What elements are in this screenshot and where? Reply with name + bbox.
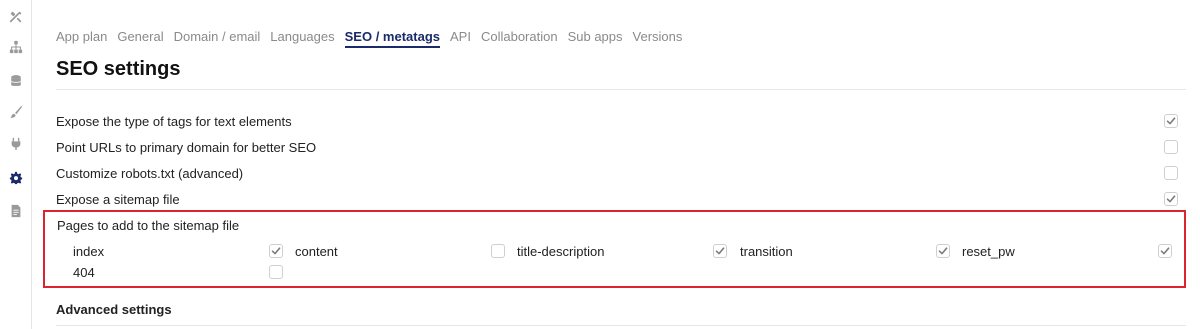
setting-row-robots-txt: Customize robots.txt (advanced) xyxy=(56,162,1178,184)
tab-seo-metatags[interactable]: SEO / metatags xyxy=(344,28,440,48)
setting-row-sitemap: Expose a sitemap file xyxy=(56,188,1178,210)
setting-label: Customize robots.txt (advanced) xyxy=(56,165,244,181)
sitemap-page-label: title-description xyxy=(517,243,605,259)
setting-checkbox[interactable] xyxy=(1164,140,1178,154)
gear-icon[interactable] xyxy=(8,170,24,186)
sitemap-icon[interactable] xyxy=(8,39,24,55)
tab-domain-email[interactable]: Domain / email xyxy=(174,28,261,48)
document-icon[interactable] xyxy=(8,203,24,219)
sitemap-pages-section: Pages to add to the sitemap file index c… xyxy=(43,210,1186,288)
setting-label: Expose the type of tags for text element… xyxy=(56,113,292,129)
setting-checkbox[interactable] xyxy=(1164,114,1178,128)
tab-sub-apps[interactable]: Sub apps xyxy=(568,28,623,48)
settings-tabs: App plan General Domain / email Language… xyxy=(56,28,682,48)
sitemap-page-checkbox[interactable] xyxy=(936,244,950,258)
sitemap-page-label: 404 xyxy=(73,264,95,280)
sitemap-page-label: transition xyxy=(740,243,793,259)
sitemap-page-label: reset_pw xyxy=(962,243,1015,259)
sitemap-page-item: transition xyxy=(740,242,950,260)
advanced-settings-heading[interactable]: Advanced settings xyxy=(56,302,172,317)
sitemap-page-item: index xyxy=(73,242,283,260)
checkmark-icon xyxy=(1166,117,1176,125)
sitemap-page-label: index xyxy=(73,243,105,259)
setting-label: Point URLs to primary domain for better … xyxy=(56,139,317,155)
sitemap-page-label: content xyxy=(295,243,338,259)
setting-checkbox[interactable] xyxy=(1164,192,1178,206)
sitemap-page-item: 404 xyxy=(73,263,283,281)
title-divider xyxy=(56,89,1186,90)
database-icon[interactable] xyxy=(8,73,24,89)
sitemap-page-item: content xyxy=(295,242,505,260)
tab-app-plan[interactable]: App plan xyxy=(56,28,107,48)
sitemap-page-checkbox[interactable] xyxy=(269,265,283,279)
setting-checkbox[interactable] xyxy=(1164,166,1178,180)
brush-icon[interactable] xyxy=(8,104,24,120)
sitemap-page-checkbox[interactable] xyxy=(269,244,283,258)
left-icon-rail xyxy=(0,0,32,329)
sitemap-page-item: title-description xyxy=(517,242,727,260)
checkmark-icon xyxy=(938,247,948,255)
checkmark-icon xyxy=(715,247,725,255)
tab-api[interactable]: API xyxy=(450,28,471,48)
checkmark-icon xyxy=(271,247,281,255)
page-title: SEO settings xyxy=(56,58,181,80)
sitemap-page-checkbox[interactable] xyxy=(713,244,727,258)
tools-icon[interactable] xyxy=(8,9,24,25)
plug-icon[interactable] xyxy=(8,136,24,152)
tab-general[interactable]: General xyxy=(117,28,163,48)
setting-label: Expose a sitemap file xyxy=(56,191,180,207)
setting-row-tag-types: Expose the type of tags for text element… xyxy=(56,110,1178,132)
setting-row-primary-domain: Point URLs to primary domain for better … xyxy=(56,136,1178,158)
tab-languages[interactable]: Languages xyxy=(270,28,334,48)
tab-collaboration[interactable]: Collaboration xyxy=(481,28,558,48)
sitemap-pages-title: Pages to add to the sitemap file xyxy=(57,218,240,233)
checkmark-icon xyxy=(1160,247,1170,255)
advanced-divider xyxy=(56,325,1186,326)
sitemap-page-item: reset_pw xyxy=(962,242,1172,260)
sitemap-page-checkbox[interactable] xyxy=(1158,244,1172,258)
sitemap-page-checkbox[interactable] xyxy=(491,244,505,258)
tab-versions[interactable]: Versions xyxy=(633,28,683,48)
checkmark-icon xyxy=(1166,195,1176,203)
